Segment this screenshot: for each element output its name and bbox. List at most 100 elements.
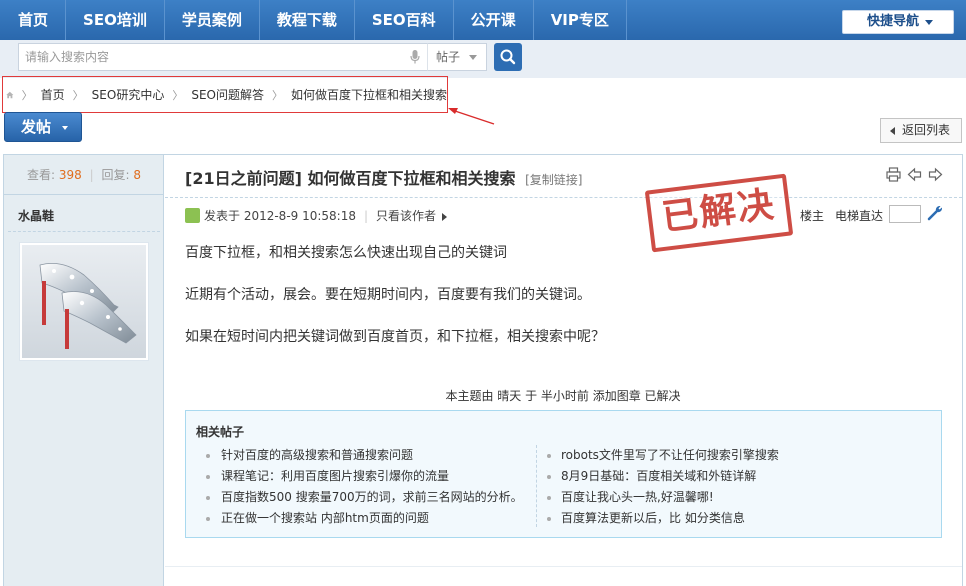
thread-stats: 查看: 398 | 回复: 8	[4, 155, 164, 195]
related-post-title: 针对百度的高级搜索和普通搜索问题	[221, 448, 414, 462]
breadcrumb: 〉 首页 〉 SEO研究中心 〉 SEO问题解答 〉 如何做百度下拉框和相关搜索	[2, 76, 448, 113]
post-paragraph: 如果在短时间内把关键词做到百度首页，和下拉框，相关搜索中呢？	[185, 329, 605, 345]
views-label: 查看:	[27, 168, 56, 182]
chevron-down-icon	[469, 55, 477, 60]
post-body: 百度下拉框，和相关搜索怎么快速出现自己的关键词 近期有个活动，展会。要在短期时间…	[185, 244, 605, 370]
search-bar: 帖子	[0, 40, 966, 78]
related-posts-right: robots文件里写了不让任何搜索引擎搜索 8月9日基础：百度相关域和外链详解 …	[536, 445, 886, 527]
chevron-down-icon	[925, 20, 933, 25]
thread-title-text: 如何做百度下拉框和相关搜索	[307, 169, 516, 188]
breadcrumb-item-seo-questions[interactable]: SEO问题解答	[191, 86, 264, 103]
meta-divider: |	[364, 208, 369, 223]
bullet-icon	[206, 475, 210, 479]
post-paragraph: 百度下拉框，和相关搜索怎么快速出现自己的关键词	[185, 245, 507, 261]
elevator-input[interactable]	[889, 205, 921, 223]
new-post-label: 发帖	[21, 118, 52, 136]
related-posts-box: 相关帖子 针对百度的高级搜索和普通搜索问题 课程笔记：利用百度图片搜索引爆你的流…	[185, 410, 942, 538]
bullet-icon	[206, 496, 210, 500]
thread-title: [21日之前问题] 如何做百度下拉框和相关搜索 [复制链接]	[185, 165, 582, 189]
post-paragraph: 近期有个活动，展会。要在短期时间内，百度要有我们的关键词。	[185, 287, 591, 303]
bullet-icon	[547, 517, 551, 521]
print-icon[interactable]	[886, 167, 901, 182]
related-post-link[interactable]: 百度让我心头一热,好温馨哪!	[537, 487, 886, 508]
divider	[165, 566, 962, 567]
annotation-arrow	[448, 108, 495, 125]
home-icon[interactable]	[6, 89, 14, 101]
breadcrumb-separator: 〉	[271, 88, 283, 102]
related-post-link[interactable]: 百度算法更新以后，比 如分类信息	[537, 508, 886, 529]
breadcrumb-item-seo-research[interactable]: SEO研究中心	[92, 86, 165, 103]
only-author-label: 只看该作者	[376, 209, 437, 223]
nav-item-seo-wiki[interactable]: SEO百科	[355, 0, 454, 40]
quick-nav-button[interactable]: 快捷导航	[842, 10, 954, 34]
avatar[interactable]	[19, 242, 149, 361]
crystal-shoes-avatar-image	[22, 245, 146, 358]
online-status-icon	[185, 208, 200, 223]
bullet-icon	[206, 454, 210, 458]
breadcrumb-separator: 〉	[72, 88, 84, 102]
related-post-title: 百度让我心头一热,好温馨哪!	[561, 490, 714, 504]
related-posts-title: 相关帖子	[196, 425, 245, 439]
stats-divider: |	[89, 168, 94, 182]
nav-item-student-cases[interactable]: 学员案例	[165, 0, 260, 40]
new-post-button[interactable]: 发帖	[4, 112, 82, 142]
only-author-link[interactable]: 只看该作者	[376, 207, 448, 224]
related-post-link[interactable]: 百度指数500 搜索量700万的词，求前三名网站的分析。	[186, 487, 536, 508]
back-to-list-button[interactable]: 返回列表	[880, 118, 962, 143]
search-button[interactable]	[494, 43, 522, 71]
related-post-link[interactable]: 正在做一个搜索站 内部htm页面的问题	[186, 508, 536, 529]
breadcrumb-separator: 〉	[172, 88, 184, 102]
search-type-label: 帖子	[436, 50, 461, 64]
bullet-icon	[547, 475, 551, 479]
related-post-link[interactable]: 8月9日基础：百度相关域和外链详解	[537, 466, 886, 487]
wrench-icon[interactable]	[927, 204, 944, 221]
related-post-title: 课程笔记：利用百度图片搜索引爆你的流量	[221, 469, 450, 483]
related-post-title: 8月9日基础：百度相关域和外链详解	[561, 469, 757, 483]
thread-tools	[886, 167, 943, 182]
divider	[8, 231, 160, 232]
related-post-link[interactable]: robots文件里写了不让任何搜索引擎搜索	[537, 445, 886, 466]
search-input[interactable]	[18, 43, 428, 71]
related-post-link[interactable]: 针对百度的高级搜索和普通搜索问题	[186, 445, 536, 466]
author-name[interactable]: 水晶鞋	[18, 207, 54, 224]
nav-item-home[interactable]: 首页	[0, 0, 67, 40]
moderation-note: 本主题由 晴天 于 半小时前 添加图章 已解决	[445, 389, 681, 403]
nav-item-open-class[interactable]: 公开课	[454, 0, 534, 40]
related-posts-left: 针对百度的高级搜索和普通搜索问题 课程笔记：利用百度图片搜索引爆你的流量 百度指…	[186, 445, 536, 529]
divider	[165, 197, 962, 198]
back-to-list-label: 返回列表	[902, 123, 951, 137]
top-navigation-bar: 首页 SEO培训 学员案例 教程下载 SEO百科 公开课 VIP专区 快捷导航	[0, 0, 966, 40]
next-thread-icon[interactable]	[928, 167, 943, 182]
nav-item-vip-zone[interactable]: VIP专区	[534, 0, 627, 40]
post-date: 发表于 2012-8-9 10:58:18	[204, 209, 356, 223]
search-icon	[500, 49, 516, 65]
author-sidebar: 查看: 398 | 回复: 8 水晶鞋	[4, 155, 164, 586]
search-type-select[interactable]: 帖子	[427, 43, 487, 71]
microphone-icon[interactable]	[410, 50, 420, 64]
breadcrumb-separator: 〉	[21, 88, 33, 102]
breadcrumb-item-home[interactable]: 首页	[41, 86, 65, 103]
bullet-icon	[547, 496, 551, 500]
related-post-title: 正在做一个搜索站 内部htm页面的问题	[221, 511, 429, 525]
back-arrow-icon	[890, 127, 895, 135]
nav-item-seo-training[interactable]: SEO培训	[66, 0, 165, 40]
caret-right-icon	[442, 212, 448, 221]
quick-nav-label: 快捷导航	[867, 14, 920, 29]
prev-thread-icon[interactable]	[907, 167, 922, 182]
replies-label: 回复:	[101, 168, 130, 182]
copy-link[interactable]: [复制链接]	[525, 173, 582, 187]
thread-prefix[interactable]: [21日之前问题]	[185, 169, 302, 188]
related-post-link[interactable]: 课程笔记：利用百度图片搜索引爆你的流量	[186, 466, 536, 487]
related-post-title: 百度指数500 搜索量700万的词，求前三名网站的分析。	[221, 490, 523, 504]
views-count: 398	[58, 168, 82, 182]
nav-item-tutorial-download[interactable]: 教程下载	[260, 0, 355, 40]
elevator-label: 电梯直达	[835, 209, 884, 223]
floor-label[interactable]: 楼主	[800, 207, 824, 224]
post-meta: 发表于 2012-8-9 10:58:18 | 只看该作者	[204, 207, 448, 224]
related-post-title: 百度算法更新以后，比 如分类信息	[561, 511, 745, 525]
replies-count: 8	[133, 168, 141, 182]
bullet-icon	[547, 454, 551, 458]
bullet-icon	[206, 517, 210, 521]
related-post-title: robots文件里写了不让任何搜索引擎搜索	[561, 448, 779, 462]
breadcrumb-item-current[interactable]: 如何做百度下拉框和相关搜索	[291, 86, 447, 103]
